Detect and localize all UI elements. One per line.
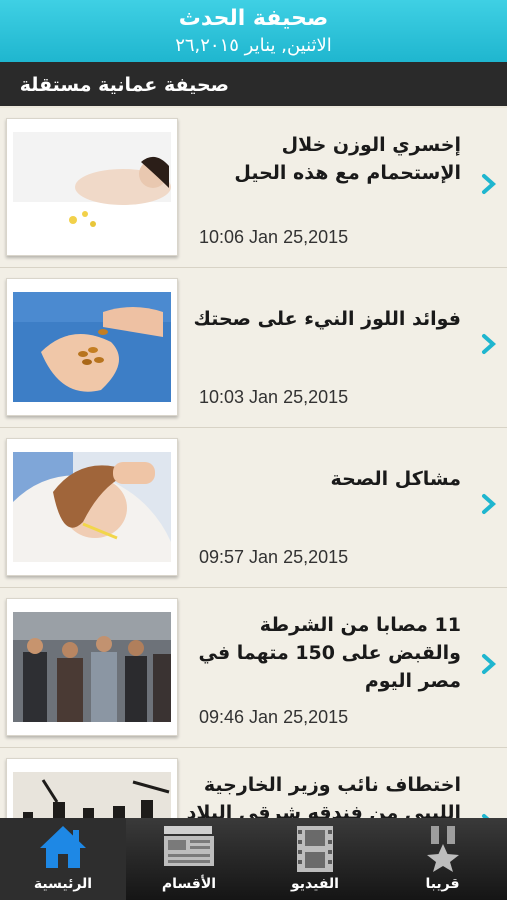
film-icon [297, 826, 333, 872]
chevron-right-icon[interactable] [480, 652, 498, 676]
chevron-right-icon[interactable] [480, 172, 498, 196]
article-headline[interactable]: فوائد اللوز النيء على صحتك [181, 305, 461, 333]
article-headline[interactable]: اختطاف نائب وزير الخارجية الليبي من فندق… [181, 771, 461, 818]
chevron-right-icon[interactable] [480, 492, 498, 516]
article-thumbnail [6, 118, 178, 256]
tab-bar: الرئيسية الأقسام الفيديو قريبا [0, 818, 507, 900]
header-date: الاثنين, يناير ٢٦,٢٠١٥ [175, 35, 332, 56]
tab-label: الفيديو [291, 876, 339, 892]
article-time: 09:57 Jan 25,2015 [199, 547, 349, 567]
sections-icon [164, 826, 214, 866]
app-header: صحيفة الحدث الاثنين, يناير ٢٦,٢٠١٥ [0, 0, 507, 62]
article-headline[interactable]: مشاكل الصحة [181, 465, 461, 493]
star-medal-icon [426, 826, 459, 872]
chevron-right-icon[interactable] [480, 332, 498, 356]
article-headline[interactable]: إخسري الوزن خلال الإستحمام مع هذه الحيل [181, 131, 461, 187]
tab-label: الأقسام [161, 876, 217, 892]
tab-sections[interactable]: الأقسام [126, 818, 252, 900]
tab-label: قريبا [425, 876, 460, 892]
article-row[interactable]: فوائد اللوز النيء على صحتك 10:03 Jan 25,… [0, 268, 507, 428]
tab-home[interactable]: الرئيسية [0, 818, 126, 900]
article-thumbnail [6, 758, 178, 818]
article-time: 10:03 Jan 25,2015 [199, 387, 349, 407]
home-icon [40, 826, 86, 868]
article-list[interactable]: إخسري الوزن خلال الإستحمام مع هذه الحيل … [0, 108, 507, 818]
subheader-bar: صحيفة عمانية مستقلة [0, 62, 507, 106]
article-time: 10:06 Jan 25,2015 [199, 227, 349, 247]
tab-coming-soon[interactable]: قريبا [378, 818, 507, 900]
article-thumbnail [6, 438, 178, 576]
article-time: 09:46 Jan 25,2015 [199, 707, 349, 727]
article-thumbnail [6, 278, 178, 416]
app-title: صحيفة الحدث [178, 6, 329, 31]
article-row[interactable]: إخسري الوزن خلال الإستحمام مع هذه الحيل … [0, 108, 507, 268]
article-row[interactable]: مشاكل الصحة 09:57 Jan 25,2015 [0, 428, 507, 588]
subheader-text: صحيفة عمانية مستقلة [19, 74, 229, 96]
article-headline[interactable]: 11 مصابا من الشرطة والقبض على 150 متهما … [181, 611, 462, 695]
article-thumbnail [6, 598, 178, 736]
article-row[interactable]: 11 مصابا من الشرطة والقبض على 150 متهما … [0, 588, 507, 748]
tab-video[interactable]: الفيديو [252, 818, 378, 900]
tab-label: الرئيسية [33, 876, 93, 892]
article-row[interactable]: اختطاف نائب وزير الخارجية الليبي من فندق… [0, 748, 507, 818]
